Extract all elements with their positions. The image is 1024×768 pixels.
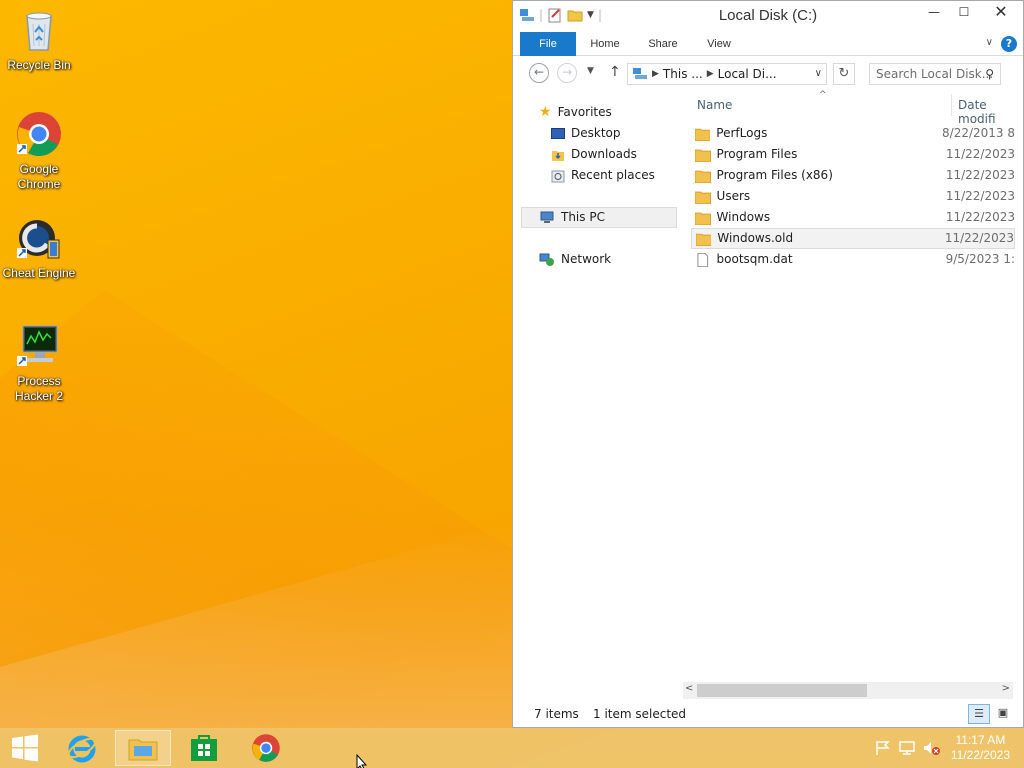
windows-logo-icon bbox=[12, 734, 38, 762]
desktop-icon-label: Google Chrome bbox=[17, 162, 61, 191]
file-row[interactable]: Program Files 11/22/2023 bbox=[691, 144, 1015, 165]
volume-muted-icon[interactable] bbox=[922, 740, 940, 756]
file-row[interactable]: Windows 11/22/2023 bbox=[691, 207, 1015, 228]
recent-locations-icon[interactable]: ▼ bbox=[587, 66, 594, 76]
nav-item-this-pc[interactable]: This PC bbox=[521, 207, 677, 228]
navigation-bar: ← → ▼ ↑ ▶ This ... ▶ Local Di... ∨ ↻ Sea… bbox=[513, 56, 1023, 92]
help-icon[interactable]: ? bbox=[1001, 36, 1017, 52]
address-dropdown-icon[interactable]: ∨ bbox=[815, 64, 822, 84]
status-bar: 7 items 1 item selected ☰ ▣ bbox=[513, 701, 1023, 727]
back-button[interactable]: ← bbox=[529, 63, 549, 83]
desktop-icon-cheat-engine[interactable]: Cheat Engine bbox=[0, 214, 78, 281]
this-pc-icon bbox=[540, 211, 554, 223]
column-header-date[interactable]: Date modifi bbox=[958, 98, 1015, 126]
process-hacker-icon bbox=[15, 322, 63, 370]
folder-icon bbox=[695, 149, 711, 162]
column-header-name[interactable]: Name bbox=[697, 98, 732, 112]
start-button[interactable] bbox=[0, 730, 50, 766]
nav-item-desktop[interactable]: Desktop bbox=[551, 123, 621, 144]
scrollbar-thumb[interactable] bbox=[697, 684, 867, 697]
tab-share[interactable]: Share bbox=[641, 32, 685, 56]
folder-icon bbox=[695, 128, 711, 141]
file-row[interactable]: Program Files (x86) 11/22/2023 bbox=[691, 165, 1015, 186]
horizontal-scrollbar[interactable]: < > bbox=[683, 682, 1013, 699]
window-controls: — ☐ ✕ bbox=[919, 1, 1023, 23]
large-icons-view-button[interactable]: ▣ bbox=[992, 704, 1014, 724]
desktop-icon-google-chrome[interactable]: Google Chrome bbox=[0, 110, 78, 192]
folder-icon bbox=[695, 191, 711, 204]
explorer-window: | ▼ | Local Disk (C:) — ☐ ✕ File Home Sh… bbox=[512, 0, 1024, 728]
refresh-button[interactable]: ↻ bbox=[833, 63, 855, 85]
desktop-icon-label: Process Hacker 2 bbox=[14, 374, 64, 403]
taskbar-internet-explorer[interactable] bbox=[54, 730, 110, 766]
sort-ascending-icon: ^ bbox=[819, 90, 827, 100]
scroll-right-icon[interactable]: > bbox=[1002, 683, 1010, 694]
scroll-left-icon[interactable]: < bbox=[685, 683, 693, 694]
tab-file[interactable]: File bbox=[520, 32, 576, 56]
search-input[interactable]: Search Local Disk... ⚲ bbox=[869, 63, 1001, 85]
file-row[interactable]: Users 11/22/2023 bbox=[691, 186, 1015, 207]
chevron-down-icon[interactable]: ∨ bbox=[986, 37, 993, 48]
selection-count: 1 item selected bbox=[593, 707, 687, 721]
forward-button[interactable]: → bbox=[557, 63, 577, 83]
taskbar-store[interactable] bbox=[176, 730, 232, 766]
network-tray-icon[interactable] bbox=[898, 740, 916, 756]
chrome-icon bbox=[15, 110, 63, 158]
network-icon bbox=[539, 253, 554, 266]
title-bar[interactable]: | ▼ | Local Disk (C:) — ☐ ✕ bbox=[513, 1, 1023, 32]
action-center-flag-icon[interactable] bbox=[874, 740, 892, 756]
taskbar: 11:17 AM 11/22/2023 bbox=[0, 728, 1024, 768]
nav-item-favorites[interactable]: ★ Favorites bbox=[539, 102, 612, 123]
file-icon bbox=[697, 252, 709, 267]
store-icon bbox=[191, 735, 217, 761]
recent-places-icon bbox=[551, 170, 565, 182]
nav-item-recent-places[interactable]: Recent places bbox=[551, 165, 655, 186]
computer-icon bbox=[633, 68, 647, 79]
desktop-icon-label: Cheat Engine bbox=[2, 266, 76, 280]
desktop-icon bbox=[551, 128, 565, 139]
downloads-icon bbox=[552, 150, 564, 161]
folder-icon bbox=[695, 170, 711, 183]
maximize-button[interactable]: ☐ bbox=[949, 1, 979, 23]
taskbar-file-explorer[interactable] bbox=[115, 730, 171, 766]
chrome-icon bbox=[252, 734, 280, 762]
recycle-bin-icon bbox=[15, 6, 63, 54]
desktop-icon-label: Recycle Bin bbox=[7, 58, 71, 72]
minimize-button[interactable]: — bbox=[919, 1, 949, 23]
clock-time: 11:17 AM bbox=[955, 733, 1006, 747]
file-row[interactable]: PerfLogs 8/22/2013 8 bbox=[691, 123, 1015, 144]
navigation-pane: ★ Favorites Desktop Downloads Recent pla… bbox=[521, 94, 685, 684]
star-icon: ★ bbox=[539, 104, 552, 120]
item-count: 7 items bbox=[534, 707, 579, 721]
nav-item-network[interactable]: Network bbox=[539, 249, 611, 270]
details-view-button[interactable]: ☰ bbox=[968, 704, 990, 724]
taskbar-chrome[interactable] bbox=[238, 730, 294, 766]
file-explorer-icon bbox=[128, 739, 158, 761]
tab-view[interactable]: View bbox=[699, 32, 739, 56]
address-bar[interactable]: ▶ This ... ▶ Local Di... ∨ bbox=[627, 63, 827, 85]
cheat-engine-icon bbox=[15, 214, 63, 262]
search-icon: ⚲ bbox=[985, 67, 994, 81]
mouse-cursor-icon bbox=[356, 754, 368, 768]
close-button[interactable]: ✕ bbox=[979, 1, 1023, 23]
nav-item-downloads[interactable]: Downloads bbox=[551, 144, 637, 165]
breadcrumb-this-pc[interactable]: This ... bbox=[663, 64, 703, 84]
up-arrow-icon[interactable]: ↑ bbox=[609, 64, 621, 80]
file-list: Name ^ Date modifi PerfLogs 8/22/2013 8 … bbox=[685, 90, 1015, 680]
folder-icon bbox=[696, 233, 712, 246]
internet-explorer-icon bbox=[67, 735, 97, 763]
desktop-icon-recycle-bin[interactable]: Recycle Bin bbox=[0, 6, 78, 73]
tab-home[interactable]: Home bbox=[583, 32, 627, 56]
ribbon-tabs: File Home Share View ∨ ? bbox=[513, 32, 1023, 56]
clock-date: 11/22/2023 bbox=[950, 748, 1010, 762]
breadcrumb-local-disk[interactable]: Local Di... bbox=[718, 64, 777, 84]
system-clock[interactable]: 11:17 AM 11/22/2023 bbox=[951, 733, 1010, 763]
folder-icon bbox=[695, 212, 711, 225]
desktop-icon-process-hacker[interactable]: Process Hacker 2 bbox=[0, 322, 78, 404]
file-row-selected[interactable]: Windows.old 11/22/2023 bbox=[691, 228, 1015, 249]
file-row[interactable]: bootsqm.dat 9/5/2023 1: bbox=[691, 249, 1015, 270]
